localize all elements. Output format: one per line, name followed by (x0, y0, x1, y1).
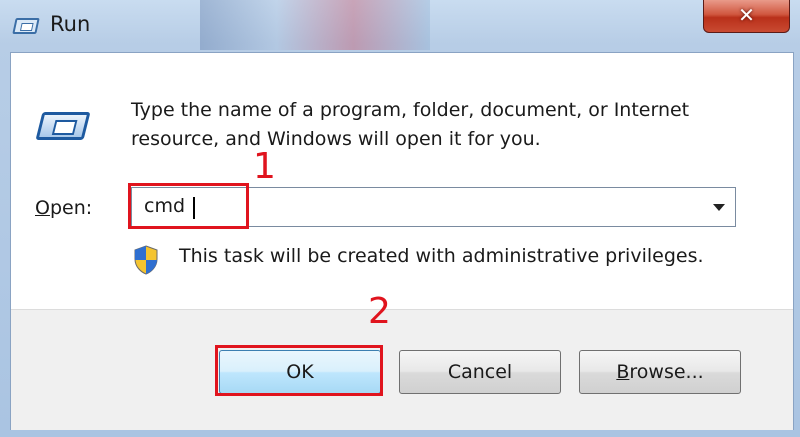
admin-privileges-notice: This task will be created with administr… (179, 245, 704, 267)
annotation-number-2: 2 (368, 291, 391, 332)
browse-button[interactable]: Browse... (579, 350, 741, 394)
shield-icon (134, 245, 158, 275)
title-bar[interactable]: Run ✕ (0, 0, 800, 50)
close-icon: ✕ (738, 3, 755, 27)
open-label-accelerator: O (35, 197, 50, 219)
run-icon (35, 112, 91, 140)
run-window: Run ✕ Type the name of a program, folder… (0, 0, 800, 437)
browse-accelerator: B (616, 361, 630, 383)
close-button[interactable]: ✕ (703, 0, 790, 33)
dropdown-arrow-icon[interactable] (713, 204, 725, 211)
window-title: Run (50, 12, 91, 36)
run-app-icon (12, 18, 40, 34)
open-label-text: pen: (49, 197, 93, 219)
cancel-button[interactable]: Cancel (399, 350, 561, 394)
annotation-box-step2 (215, 345, 383, 396)
browse-label: rowse... (629, 361, 704, 383)
annotation-number-1: 1 (253, 146, 276, 187)
annotation-box-step1 (128, 183, 249, 229)
dialog-body: Type the name of a program, folder, docu… (10, 52, 794, 430)
open-label: Open: (35, 197, 92, 219)
dialog-description: Type the name of a program, folder, docu… (131, 99, 690, 150)
